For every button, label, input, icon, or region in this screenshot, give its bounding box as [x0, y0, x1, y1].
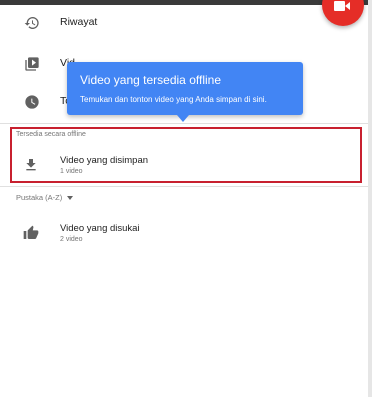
offline-tooltip[interactable]: Video yang tersedia offline Temukan dan …: [67, 62, 303, 122]
library-section-heading: Pustaka (A-Z): [16, 193, 63, 202]
saved-videos-item[interactable]: Video yang disimpan 1 video: [0, 151, 360, 185]
caret-down-icon: [67, 196, 74, 201]
tooltip-text: Temukan dan tonton video yang Anda simpa…: [80, 95, 267, 104]
saved-videos-title: Video yang disimpan: [60, 155, 149, 166]
offline-section-heading: Tersedia secara offline: [16, 131, 86, 138]
video-library-icon: [25, 57, 39, 71]
saved-videos-count: 1 video: [60, 168, 83, 175]
download-icon: [26, 159, 36, 171]
liked-videos-count: 2 video: [60, 236, 83, 243]
tooltip-arrow: [177, 115, 189, 122]
history-icon: [24, 17, 39, 29]
scroll-edge: [368, 0, 372, 397]
clock-icon: [25, 95, 39, 109]
thumb-up-icon: [23, 225, 39, 239]
divider: [0, 123, 368, 124]
library-sort-dropdown[interactable]: Pustaka (A-Z): [16, 193, 74, 202]
liked-videos-item[interactable]: Video yang disukai 2 video: [0, 219, 360, 253]
history-label: Riwayat: [60, 16, 98, 28]
menu-item-history[interactable]: Riwayat: [0, 5, 360, 41]
divider: [0, 186, 368, 187]
tooltip-title: Video yang tersedia offline: [80, 73, 221, 87]
liked-videos-title: Video yang disukai: [60, 223, 140, 234]
